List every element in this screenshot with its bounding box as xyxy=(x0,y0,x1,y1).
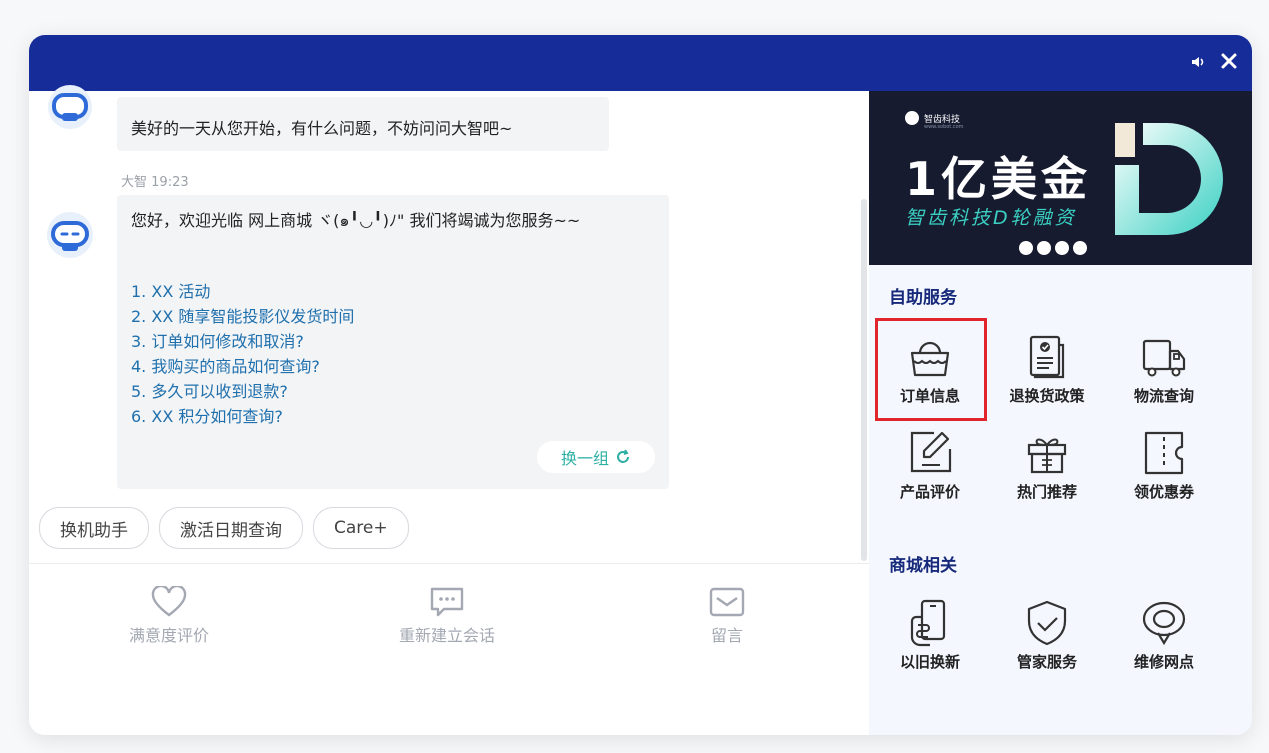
question-link[interactable]: 6. XX 积分如何查询? xyxy=(131,404,354,429)
message-time: 19:23 xyxy=(151,175,189,190)
heart-icon xyxy=(151,586,187,617)
quick-chip-activation-date[interactable]: 激活日期查询 xyxy=(159,507,303,549)
sound-icon[interactable] xyxy=(1190,53,1208,71)
close-icon[interactable] xyxy=(1218,50,1240,72)
robot-avatar-icon xyxy=(48,85,92,129)
greeting-text: 您好，欢迎光临 网上商城 ヾ(๑╹◡╹)ﾉ" 我们将竭诚为您服务~~ xyxy=(131,211,581,230)
service-label: 产品评价 xyxy=(899,483,960,501)
banner-dot[interactable] xyxy=(1073,241,1087,255)
service-product-review[interactable]: 产品评价 xyxy=(875,427,985,502)
question-link[interactable]: 5. 多久可以收到退款? xyxy=(131,379,354,404)
service-label: 领优惠券 xyxy=(1133,483,1194,501)
brand-url: www.sobot.com xyxy=(924,124,964,130)
quick-chips: 换机助手 激活日期查询 Care+ xyxy=(39,507,409,549)
banner-dot[interactable] xyxy=(1037,241,1051,255)
question-link[interactable]: 3. 订单如何修改和取消? xyxy=(131,329,354,354)
banner-dot[interactable] xyxy=(1019,241,1033,255)
shopping-bag-icon xyxy=(910,341,950,377)
edit-review-icon xyxy=(910,431,952,473)
swap-label: 换一组 xyxy=(560,449,609,468)
bot-message-bubble: 您好，欢迎光临 网上商城 ヾ(๑╹◡╹)ﾉ" 我们将竭诚为您服务~~ 1. XX… xyxy=(117,195,669,489)
section-title-self-service: 自助服务 xyxy=(889,288,957,308)
delivery-truck-icon xyxy=(1142,339,1186,377)
brand-logo: 智齿科技 xyxy=(905,111,960,125)
action-label: 留言 xyxy=(710,626,743,645)
banner-title: 1亿美金 xyxy=(905,152,1092,206)
mail-icon xyxy=(709,587,745,617)
policy-document-icon xyxy=(1029,335,1065,379)
title-bar xyxy=(29,35,1252,91)
banner-subtitle: 智齿科技D轮融资 xyxy=(905,207,1077,229)
question-link[interactable]: 2. XX 随享智能投影仪发货时间 xyxy=(131,304,354,329)
refresh-icon xyxy=(617,449,629,463)
service-label: 物流查询 xyxy=(1133,387,1194,405)
rate-satisfaction-button[interactable]: 满意度评价 xyxy=(99,586,239,646)
service-label: 管家服务 xyxy=(1016,653,1077,671)
chat-area: 美好的一天从您开始，有什么问题，不妨问问大智吧~ 大智 19:23 您好，欢迎光… xyxy=(29,85,869,735)
coupon-icon xyxy=(1144,431,1184,475)
quick-chip-care-plus[interactable]: Care+ xyxy=(313,507,409,549)
location-pin-icon xyxy=(1142,601,1186,646)
big-d-logo-icon xyxy=(1115,123,1223,235)
service-logistics[interactable]: 物流查询 xyxy=(1109,331,1219,406)
service-trade-in[interactable]: 以旧换新 xyxy=(875,597,985,672)
sender-name: 大智 xyxy=(121,175,148,190)
service-hot-recommend[interactable]: 热门推荐 xyxy=(992,427,1102,502)
leave-message-button[interactable]: 留言 xyxy=(657,586,797,646)
question-link[interactable]: 1. XX 活动 xyxy=(131,279,354,304)
swap-questions-button[interactable]: 换一组 xyxy=(537,441,655,473)
service-label: 退换货政策 xyxy=(1009,387,1085,405)
question-list: 1. XX 活动 2. XX 随享智能投影仪发货时间 3. 订单如何修改和取消?… xyxy=(131,279,354,429)
service-label: 以旧换新 xyxy=(899,653,960,671)
message-text: 美好的一天从您开始，有什么问题，不妨问问大智吧~ xyxy=(131,119,513,138)
chat-scrollbar[interactable] xyxy=(861,199,867,561)
banner-dot[interactable] xyxy=(1055,241,1069,255)
service-label: 订单信息 xyxy=(899,387,960,405)
restart-session-button[interactable]: 重新建立会话 xyxy=(377,586,517,646)
service-butler[interactable]: 管家服务 xyxy=(992,597,1102,672)
phone-trade-in-icon xyxy=(910,599,946,647)
service-order-info[interactable]: 订单信息 xyxy=(875,331,985,406)
action-label: 重新建立会话 xyxy=(398,626,495,645)
brand-name: 智齿科技 xyxy=(924,114,961,125)
message-meta: 大智 19:23 xyxy=(121,171,189,190)
service-panel: 智齿科技 www.sobot.com 1亿美金 智齿科技D轮融资 自助服务 订单… xyxy=(869,91,1252,735)
service-label: 维修网点 xyxy=(1133,653,1194,671)
service-label: 热门推荐 xyxy=(1016,483,1077,501)
service-repair-points[interactable]: 维修网点 xyxy=(1109,597,1219,672)
question-link[interactable]: 4. 我购买的商品如何查询? xyxy=(131,354,354,379)
shield-check-icon xyxy=(1027,600,1067,646)
quick-chip-trade-in[interactable]: 换机助手 xyxy=(39,507,149,549)
gift-icon xyxy=(1027,438,1067,474)
chat-window: 美好的一天从您开始，有什么问题，不妨问问大智吧~ 大智 19:23 您好，欢迎光… xyxy=(29,35,1252,735)
chat-bubble-icon xyxy=(430,587,464,617)
promo-banner[interactable]: 智齿科技 www.sobot.com 1亿美金 智齿科技D轮融资 xyxy=(869,91,1252,265)
action-label: 满意度评价 xyxy=(128,626,209,645)
robot-avatar-icon xyxy=(47,212,93,258)
section-title-mall: 商城相关 xyxy=(889,556,957,576)
service-return-policy[interactable]: 退换货政策 xyxy=(992,331,1102,406)
brand-tooth-icon xyxy=(905,111,919,125)
service-coupon[interactable]: 领优惠券 xyxy=(1109,427,1219,502)
bot-message-bubble: 美好的一天从您开始，有什么问题，不妨问问大智吧~ xyxy=(117,97,609,151)
chat-actions: 满意度评价 重新建立会话 留言 xyxy=(29,564,869,684)
banner-pagination xyxy=(1019,241,1087,255)
